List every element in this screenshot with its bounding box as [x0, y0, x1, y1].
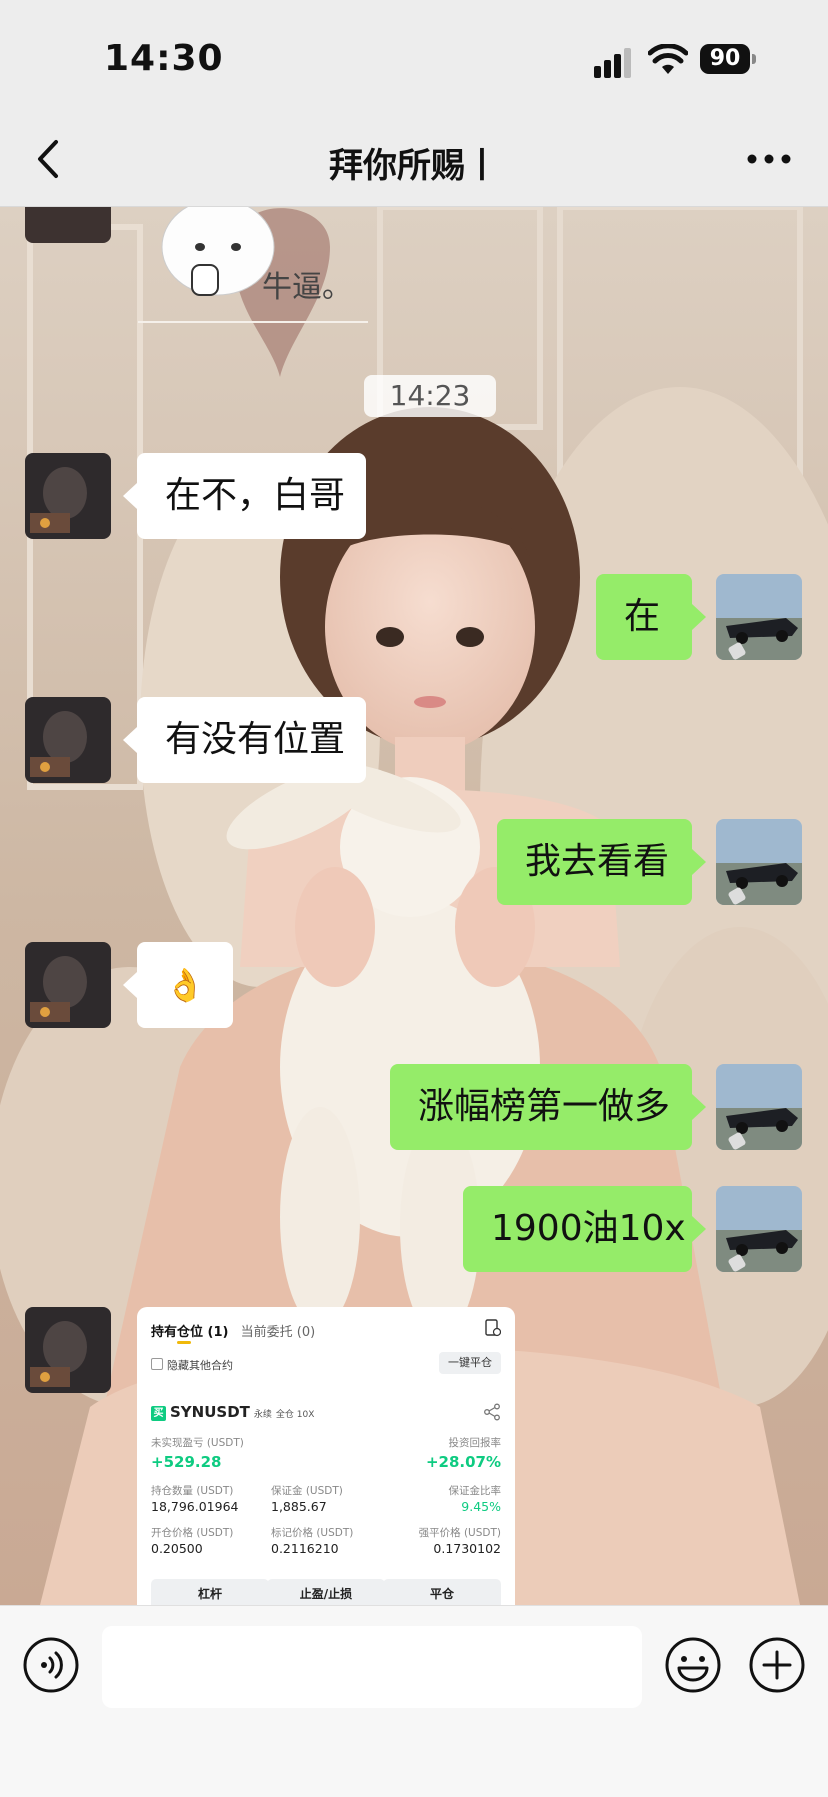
my-avatar[interactable] — [716, 574, 802, 660]
position-size-label: 持仓数量 (USDT) — [151, 1485, 234, 1497]
wifi-icon — [648, 44, 688, 74]
battery-level: 90 — [700, 44, 750, 74]
chat-area[interactable]: 牛逼。 14:23 在不，白哥 在 有没有位置 我去看看 👌 涨幅榜第一做多 1… — [0, 207, 828, 1605]
margin-ratio-value: 9.45% — [461, 1499, 501, 1514]
my-avatar[interactable] — [716, 1186, 802, 1272]
checkbox-icon — [151, 1358, 163, 1370]
leverage-button: 杠杆 — [151, 1579, 269, 1605]
history-document-icon — [485, 1319, 501, 1337]
message-bubble-outgoing[interactable]: 我去看看 — [497, 819, 706, 905]
close-position-button: 平仓 — [383, 1579, 501, 1605]
active-tab-indicator — [177, 1341, 191, 1344]
voice-input-icon[interactable] — [22, 1636, 80, 1694]
my-avatar[interactable] — [716, 1064, 802, 1150]
message-bubble-outgoing[interactable]: 涨幅榜第一做多 — [390, 1064, 706, 1150]
plus-icon[interactable] — [748, 1636, 806, 1694]
position-screenshot-message[interactable]: 持有仓位 (1) 当前委托 (0) 隐藏其他合约 一键平仓 买 SYNUSDT 永续… — [137, 1307, 515, 1605]
entry-price-value: 0.20500 — [151, 1541, 203, 1556]
liquidation-price-value: 0.1730102 — [433, 1541, 501, 1556]
position-tabs: 持有仓位 (1) 当前委托 (0) — [151, 1321, 315, 1340]
contact-avatar[interactable] — [25, 207, 111, 243]
message-bubble-incoming[interactable]: 👌 — [123, 942, 233, 1028]
mark-price-label: 标记价格 (USDT) — [271, 1527, 354, 1539]
mark-price-value: 0.2116210 — [271, 1541, 339, 1556]
message-bubble-incoming[interactable]: 有没有位置 — [123, 697, 366, 783]
contact-avatar[interactable] — [25, 1307, 111, 1393]
cellular-signal-icon — [594, 48, 631, 78]
entry-price-label: 开仓价格 (USDT) — [151, 1527, 234, 1539]
roi-value: +28.07% — [425, 1453, 501, 1471]
message-text-input[interactable] — [102, 1626, 642, 1708]
status-time: 14:30 — [104, 38, 224, 79]
contact-avatar[interactable] — [25, 453, 111, 539]
tp-sl-button: 止盈/止损 — [267, 1579, 385, 1605]
margin-ratio-label: 保证金比率 — [448, 1485, 502, 1497]
message-bubble-incoming[interactable]: 在不，白哥 — [123, 453, 366, 539]
sticker-caption: 牛逼。 — [262, 270, 352, 305]
position-size-value: 18,796.01964 — [151, 1499, 239, 1514]
hide-other-contracts: 隐藏其他合约 — [151, 1357, 233, 1373]
status-bar: 14:30 90 — [0, 0, 828, 112]
close-all-button: 一键平仓 — [439, 1352, 501, 1374]
margin-label: 保证金 (USDT) — [271, 1485, 343, 1497]
unrealized-pnl-value: +529.28 — [151, 1453, 222, 1471]
unrealized-pnl-label: 未实现盈亏 (USDT) — [151, 1437, 244, 1449]
message-bubble-outgoing[interactable]: 在 — [596, 574, 706, 660]
share-icon — [484, 1403, 500, 1421]
chat-title: 拜你所赐丨 — [329, 146, 499, 186]
contact-avatar[interactable] — [25, 697, 111, 783]
tab-open-orders: 当前委托 (0) — [240, 1325, 316, 1340]
message-input-bar — [0, 1605, 828, 1797]
battery-indicator: 90 — [700, 44, 756, 76]
margin-value: 1,885.67 — [271, 1499, 327, 1514]
contact-avatar[interactable] — [25, 942, 111, 1028]
tab-holding-positions: 持有仓位 (1) — [151, 1325, 229, 1340]
my-avatar[interactable] — [716, 819, 802, 905]
position-symbol: 买 SYNUSDT 永续 全仓 10X — [151, 1403, 314, 1421]
chat-header: 拜你所赐丨 — [0, 112, 828, 207]
roi-label: 投资回报率 — [448, 1437, 502, 1449]
emoji-icon[interactable] — [664, 1636, 722, 1694]
buy-badge: 买 — [151, 1406, 166, 1421]
message-timestamp: 14:23 — [364, 375, 496, 417]
message-bubble-outgoing[interactable]: 1900油10x — [463, 1186, 706, 1272]
liquidation-price-label: 强平价格 (USDT) — [418, 1527, 501, 1539]
more-options-icon[interactable] — [744, 138, 794, 180]
